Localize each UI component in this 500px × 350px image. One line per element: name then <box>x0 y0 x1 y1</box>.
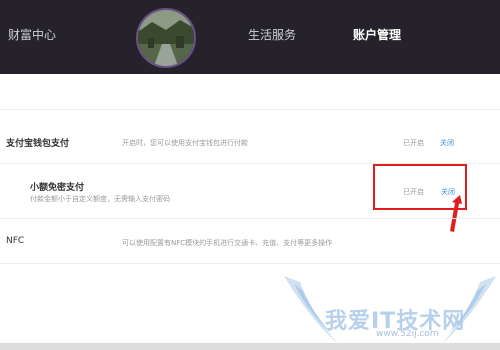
setting-description: 付款金额小于自定义额度，无需输入支付密码 <box>30 195 170 203</box>
avatar[interactable] <box>136 8 196 68</box>
red-arrow-icon <box>450 195 462 232</box>
row-divider <box>0 218 500 219</box>
status-label: 已开启 <box>403 139 424 147</box>
nav-item-account-management[interactable]: 账户管理 <box>353 27 401 43</box>
setting-title: 小额免密支付 <box>30 183 85 193</box>
watermark-url: www.52ij.com <box>376 329 439 339</box>
nav-item-life-services[interactable]: 生活服务 <box>248 27 296 43</box>
section-divider <box>0 109 500 110</box>
disable-link[interactable]: 关闭 <box>440 138 454 148</box>
bottom-bar <box>0 343 500 350</box>
top-navigation: 财富中心 生活服务 账户管理 <box>0 0 500 74</box>
setting-title: NFC <box>6 236 25 246</box>
avatar-photo <box>138 10 194 66</box>
setting-description: 可以使用配置有NFC模块的手机进行交通卡、充值、支付等更多操作 <box>122 239 333 247</box>
row-divider <box>0 263 500 264</box>
nav-item-wealth-center[interactable]: 财富中心 <box>8 27 56 43</box>
setting-title: 支付宝钱包支付 <box>6 139 70 149</box>
setting-description: 开启时，您可以使用支付宝钱包进行付款 <box>122 139 248 147</box>
